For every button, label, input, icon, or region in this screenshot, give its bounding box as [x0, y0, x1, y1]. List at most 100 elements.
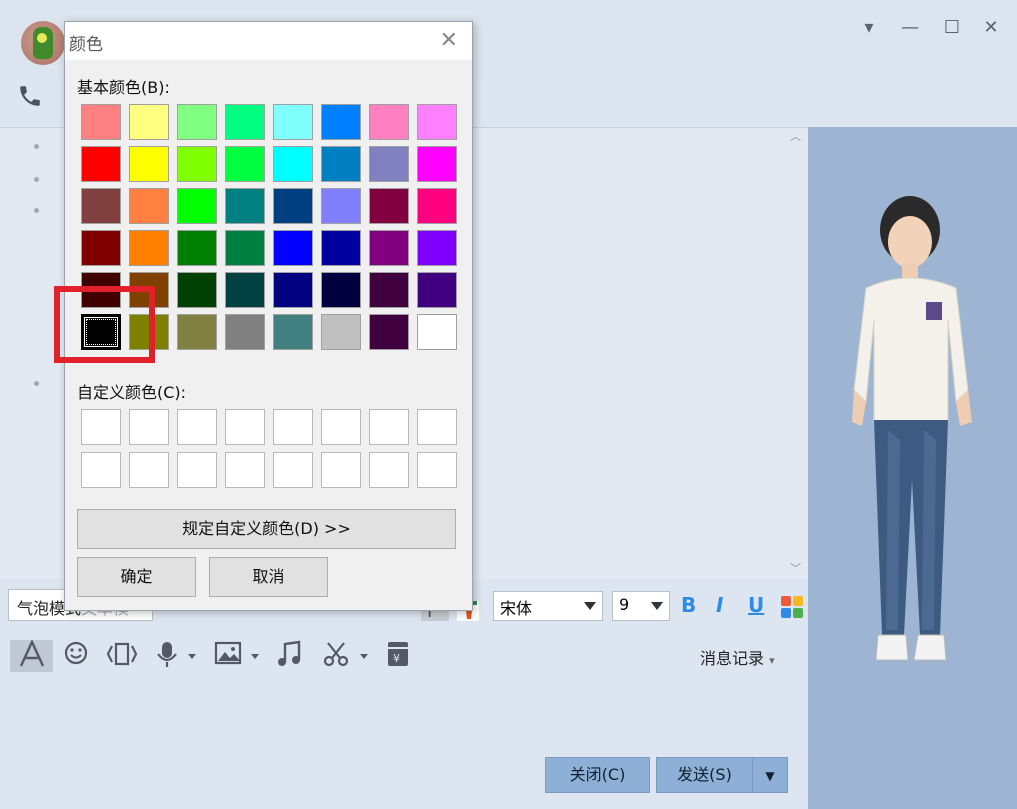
music-icon[interactable]: [274, 640, 304, 672]
font-family-select[interactable]: 宋体: [493, 591, 603, 621]
close-button[interactable]: 关闭(C): [545, 757, 650, 793]
dialog-title: 颜色: [69, 35, 103, 55]
basic-color-swatch[interactable]: [417, 104, 457, 140]
dropdown-menu-icon[interactable]: ▾: [855, 14, 883, 42]
basic-color-swatch[interactable]: [369, 104, 409, 140]
send-options-button[interactable]: ▼: [752, 757, 788, 793]
basic-color-swatch[interactable]: [417, 272, 457, 308]
basic-color-swatch[interactable]: [321, 104, 361, 140]
basic-color-swatch[interactable]: [321, 314, 361, 350]
svg-text:¥: ¥: [393, 652, 400, 665]
basic-color-swatch[interactable]: [177, 104, 217, 140]
basic-color-swatch[interactable]: [81, 188, 121, 224]
message-bullet: [34, 381, 39, 386]
italic-button[interactable]: I: [716, 593, 723, 617]
voice-icon[interactable]: [154, 640, 180, 672]
scroll-down-icon[interactable]: ﹀: [790, 560, 801, 576]
basic-color-swatch[interactable]: [369, 146, 409, 182]
message-history-link[interactable]: 消息记录 ▾: [700, 645, 775, 669]
send-button[interactable]: 发送(S): [656, 757, 752, 793]
custom-color-swatch[interactable]: [369, 452, 409, 488]
custom-color-swatch[interactable]: [225, 452, 265, 488]
basic-color-swatch[interactable]: [177, 188, 217, 224]
basic-color-swatch[interactable]: [273, 104, 313, 140]
basic-color-swatch[interactable]: [417, 188, 457, 224]
message-bullet: [34, 177, 39, 182]
contact-avatar[interactable]: [21, 21, 65, 65]
basic-color-swatch[interactable]: [225, 188, 265, 224]
basic-color-swatch[interactable]: [129, 104, 169, 140]
basic-color-swatch[interactable]: [321, 146, 361, 182]
custom-color-swatch[interactable]: [81, 409, 121, 445]
voice-dropdown-icon[interactable]: [188, 654, 196, 659]
custom-color-swatch[interactable]: [225, 409, 265, 445]
basic-color-swatch[interactable]: [81, 230, 121, 266]
basic-color-swatch[interactable]: [417, 314, 457, 350]
bold-button[interactable]: B: [681, 593, 696, 617]
image-icon[interactable]: [212, 640, 244, 672]
basic-color-swatch[interactable]: [129, 146, 169, 182]
custom-color-swatch[interactable]: [129, 452, 169, 488]
basic-color-swatch[interactable]: [129, 230, 169, 266]
basic-color-swatch[interactable]: [273, 188, 313, 224]
basic-color-swatch[interactable]: [129, 188, 169, 224]
emoji-icon[interactable]: [61, 640, 91, 672]
basic-color-swatch[interactable]: [177, 314, 217, 350]
basic-color-swatch[interactable]: [273, 272, 313, 308]
basic-color-swatch[interactable]: [369, 314, 409, 350]
basic-color-swatch[interactable]: [177, 230, 217, 266]
custom-color-swatch[interactable]: [129, 409, 169, 445]
basic-color-swatch[interactable]: [369, 272, 409, 308]
basic-color-swatch[interactable]: [177, 146, 217, 182]
basic-color-swatch[interactable]: [417, 230, 457, 266]
font-style-button[interactable]: [10, 639, 53, 672]
red-packet-icon[interactable]: ¥: [384, 640, 412, 672]
dialog-close-icon[interactable]: ✕: [440, 28, 458, 53]
basic-color-swatch[interactable]: [225, 146, 265, 182]
custom-color-swatch[interactable]: [417, 452, 457, 488]
basic-color-swatch[interactable]: [369, 230, 409, 266]
custom-colors-label: 自定义颜色(C):: [77, 383, 187, 402]
custom-color-swatch[interactable]: [81, 452, 121, 488]
message-bullet: [34, 144, 39, 149]
basic-color-swatch[interactable]: [225, 104, 265, 140]
custom-color-swatch[interactable]: [321, 409, 361, 445]
font-size-select[interactable]: 9: [612, 591, 670, 621]
custom-color-swatch[interactable]: [321, 452, 361, 488]
basic-color-swatch[interactable]: [369, 188, 409, 224]
screenshot-scissors-icon[interactable]: [320, 640, 352, 672]
maximize-icon[interactable]: ☐: [938, 14, 966, 42]
basic-colors-label: 基本颜色(B):: [77, 78, 170, 97]
basic-color-swatch[interactable]: [321, 188, 361, 224]
minimize-icon[interactable]: —: [896, 14, 924, 42]
basic-color-swatch[interactable]: [81, 146, 121, 182]
image-dropdown-icon[interactable]: [251, 654, 259, 659]
basic-color-swatch[interactable]: [225, 314, 265, 350]
basic-color-swatch[interactable]: [321, 230, 361, 266]
color-grid-icon[interactable]: [781, 596, 803, 623]
scroll-up-icon[interactable]: ︿: [790, 128, 801, 144]
basic-color-swatch[interactable]: [417, 146, 457, 182]
custom-color-swatch[interactable]: [273, 409, 313, 445]
custom-color-swatch[interactable]: [417, 409, 457, 445]
custom-color-swatch[interactable]: [177, 452, 217, 488]
screenshot-dropdown-icon[interactable]: [360, 654, 368, 659]
define-custom-colors-button[interactable]: 规定自定义颜色(D) >>: [77, 509, 456, 549]
screen-shake-icon[interactable]: [105, 640, 139, 672]
cancel-button[interactable]: 取消: [209, 557, 328, 597]
custom-color-swatch[interactable]: [273, 452, 313, 488]
phone-icon[interactable]: [17, 82, 43, 116]
basic-color-swatch[interactable]: [81, 104, 121, 140]
basic-color-swatch[interactable]: [177, 272, 217, 308]
basic-color-swatch[interactable]: [273, 146, 313, 182]
basic-color-swatch[interactable]: [321, 272, 361, 308]
basic-color-swatch[interactable]: [225, 272, 265, 308]
basic-color-swatch[interactable]: [273, 314, 313, 350]
basic-color-swatch[interactable]: [273, 230, 313, 266]
underline-button[interactable]: U: [748, 593, 764, 617]
custom-color-swatch[interactable]: [369, 409, 409, 445]
ok-button[interactable]: 确定: [77, 557, 196, 597]
close-icon[interactable]: ✕: [977, 14, 1005, 42]
custom-color-swatch[interactable]: [177, 409, 217, 445]
basic-color-swatch[interactable]: [225, 230, 265, 266]
